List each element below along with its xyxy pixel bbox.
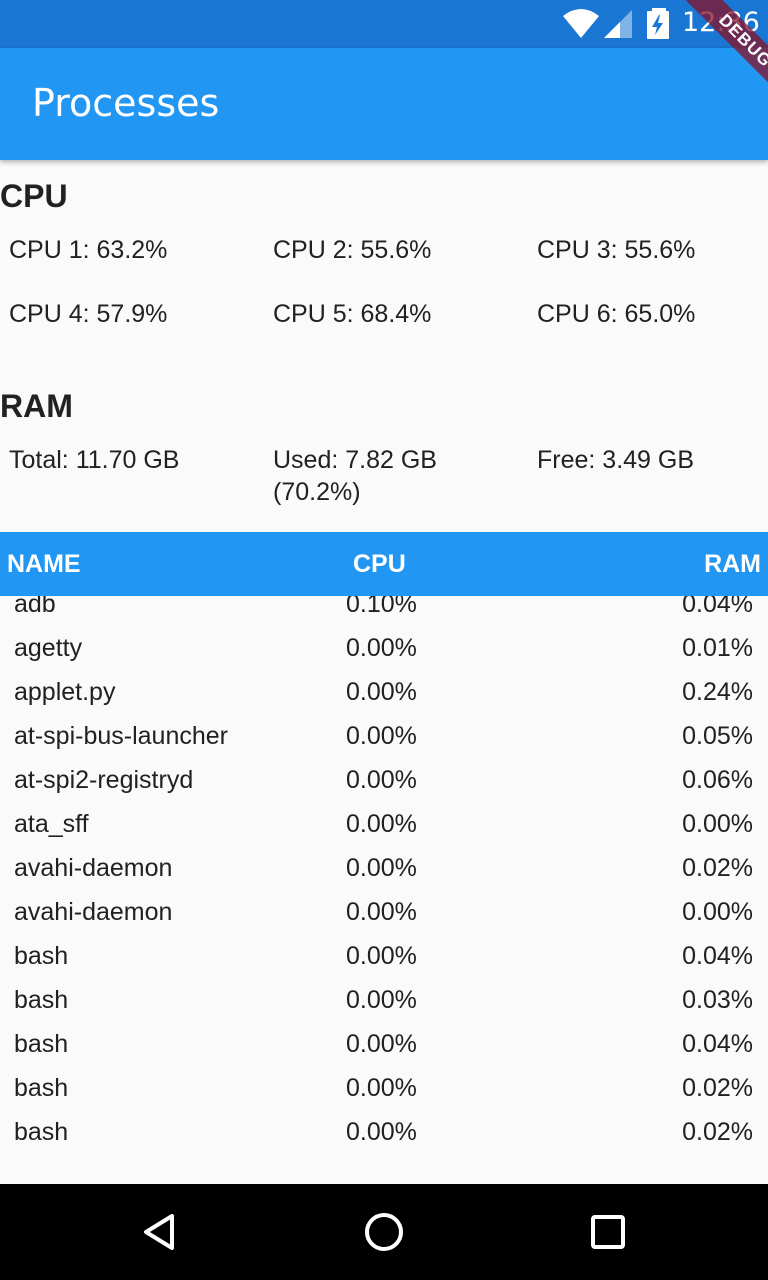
table-row[interactable]: ata_sff 0.00% 0.00% [0,802,768,846]
process-ram: 0.02% [682,1074,753,1102]
process-ram: 0.05% [682,722,753,750]
cpu-stat: CPU 5: 68.4% [273,300,432,328]
process-cpu: 0.00% [346,810,417,838]
table-row[interactable]: agetty 0.00% 0.01% [0,626,768,670]
process-cpu: 0.00% [346,678,417,706]
ram-free: Free: 3.49 GB [537,446,695,474]
process-cpu: 0.00% [346,1030,417,1058]
process-cpu: 0.00% [346,766,417,794]
process-cpu: 0.00% [346,854,417,882]
process-cpu: 0.10% [346,596,417,618]
page-title: Processes [32,81,220,125]
table-row[interactable]: avahi-daemon 0.00% 0.00% [0,890,768,934]
process-ram: 0.04% [682,596,753,618]
table-row[interactable]: avahi-daemon 0.00% 0.02% [0,846,768,890]
table-row[interactable]: bash 0.00% 0.02% [0,1066,768,1110]
process-ram: 0.02% [682,1118,753,1146]
recents-icon[interactable] [584,1208,632,1256]
ram-total: Total: 11.70 GB [9,446,180,474]
process-cpu: 0.00% [346,942,417,970]
wifi-icon [563,9,599,38]
table-row[interactable]: bash 0.00% 0.03% [0,978,768,1022]
table-row[interactable]: at-spi2-registryd 0.00% 0.06% [0,758,768,802]
process-name: at-spi2-registryd [14,766,194,794]
cpu-stat: CPU 4: 57.9% [9,300,168,328]
cpu-stat: CPU 2: 55.6% [273,236,432,264]
debug-banner: DEBUG [648,0,768,120]
process-cpu: 0.00% [346,1074,417,1102]
column-header-cpu[interactable]: CPU [353,532,406,596]
process-name: adb [14,596,56,618]
ram-used: Used: 7.82 GB (70.2%) [273,446,437,506]
home-icon[interactable] [360,1208,408,1256]
process-cpu: 0.00% [346,634,417,662]
process-cpu: 0.00% [346,722,417,750]
process-cpu: 0.00% [346,898,417,926]
process-name: bash [14,942,69,970]
process-name: applet.py [14,678,116,706]
process-name: bash [14,986,69,1014]
table-row[interactable]: at-spi-bus-launcher 0.00% 0.05% [0,714,768,758]
cpu-stat: CPU 1: 63.2% [9,236,168,264]
signal-icon [604,10,632,38]
process-list[interactable]: adb 0.10% 0.04% agetty 0.00% 0.01% applet.py 0.… [0,596,768,1184]
process-ram: 0.03% [682,986,753,1014]
process-rows: adb 0.10% 0.04% agetty 0.00% 0.01% applet.py 0.… [0,596,768,1154]
process-name: bash [14,1030,69,1058]
table-row[interactable]: adb 0.10% 0.04% [0,596,768,626]
process-cpu: 0.00% [346,1118,417,1146]
table-row[interactable]: bash 0.00% 0.04% [0,934,768,978]
process-name: at-spi-bus-launcher [14,722,228,750]
process-ram: 0.00% [682,810,753,838]
table-header: NAME CPU RAM [0,532,768,596]
back-icon[interactable] [136,1208,184,1256]
process-ram: 0.01% [682,634,753,662]
process-name: bash [14,1118,69,1146]
process-cpu: 0.00% [346,986,417,1014]
process-name: avahi-daemon [14,854,173,882]
navigation-bar [0,1184,768,1280]
debug-label: DEBUG [675,0,768,111]
process-ram: 0.00% [682,898,753,926]
process-name: agetty [14,634,83,662]
column-header-name[interactable]: NAME [7,532,81,596]
process-ram: 0.02% [682,854,753,882]
cpu-stat: CPU 3: 55.6% [537,236,696,264]
table-row[interactable]: bash 0.00% 0.02% [0,1110,768,1154]
column-header-ram[interactable]: RAM [704,532,761,596]
process-ram: 0.04% [682,1030,753,1058]
cpu-section-title: CPU [0,178,68,214]
table-row[interactable]: bash 0.00% 0.04% [0,1022,768,1066]
process-ram: 0.04% [682,942,753,970]
table-row[interactable]: applet.py 0.00% 0.24% [0,670,768,714]
cpu-stat: CPU 6: 65.0% [537,300,696,328]
process-name: bash [14,1074,69,1102]
process-ram: 0.24% [682,678,753,706]
process-name: ata_sff [14,810,89,838]
process-ram: 0.06% [682,766,753,794]
ram-section-title: RAM [0,388,73,424]
process-name: avahi-daemon [14,898,173,926]
